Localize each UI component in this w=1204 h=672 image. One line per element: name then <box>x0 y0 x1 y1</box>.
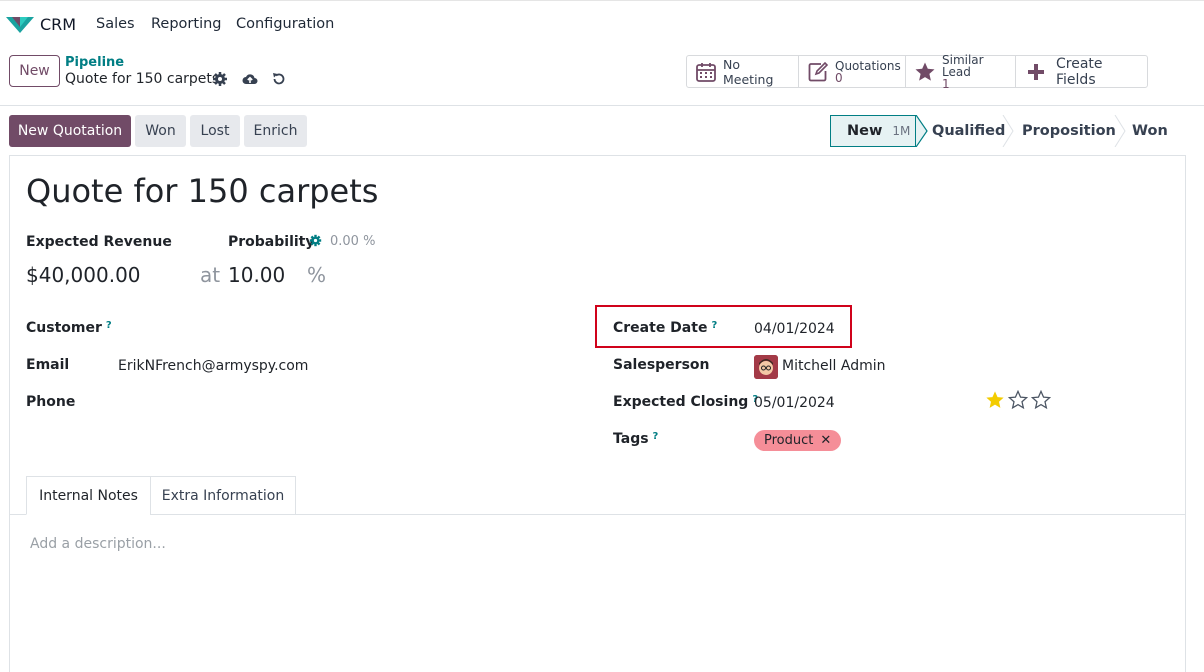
email-field[interactable]: ErikNFrench@armyspy.com <box>118 358 308 374</box>
gear-icon[interactable] <box>212 71 228 87</box>
discard-changes-icon[interactable] <box>271 71 287 87</box>
new-quotation-button[interactable]: New Quotation <box>9 115 131 147</box>
menu-configuration[interactable]: Configuration <box>236 16 334 32</box>
crm-app-icon[interactable] <box>6 15 34 33</box>
email-label: Email <box>26 357 70 373</box>
app-name[interactable]: CRM <box>40 15 76 34</box>
probability-label: Probability <box>228 234 315 250</box>
won-button[interactable]: Won <box>135 115 186 147</box>
smart-buttons: No Meeting Quotations 0 Similar Lead 1 C… <box>686 52 1148 91</box>
salesperson-label: Salesperson <box>613 357 710 373</box>
create-fields-label: Create Fields <box>1056 55 1103 88</box>
salesperson-field[interactable]: Mitchell Admin <box>782 358 886 374</box>
automated-probability: 0.00 % <box>330 234 376 249</box>
help-tooltip-icon[interactable]: ? <box>711 320 717 331</box>
meeting-label: No Meeting <box>723 56 774 87</box>
help-tooltip-icon[interactable]: ? <box>653 431 659 442</box>
similar-lead-count: 1 <box>942 76 950 91</box>
description-editor[interactable]: Add a description... <box>30 536 166 552</box>
quotations-label: Quotations <box>835 58 901 73</box>
percent-sign: % <box>307 263 327 287</box>
enrich-button[interactable]: Enrich <box>244 115 307 147</box>
probability-field[interactable]: 10.00 <box>228 263 285 287</box>
new-button[interactable]: New <box>9 55 60 87</box>
phone-label: Phone <box>26 394 76 410</box>
stage-qualified[interactable]: Qualified <box>928 115 1005 147</box>
expected-closing-label: Expected Closing? <box>613 394 759 410</box>
create-date-value: 04/01/2024 <box>754 321 835 337</box>
customer-label: Customer? <box>26 320 112 336</box>
expected-revenue-label: Expected Revenue <box>26 234 172 250</box>
gear-icon[interactable] <box>309 234 322 247</box>
create-date-label: Create Date? <box>613 320 718 336</box>
similar-lead-button[interactable]: Similar Lead 1 <box>906 52 1016 91</box>
meeting-button[interactable]: No Meeting <box>687 56 799 87</box>
tags-label: Tags? <box>613 431 659 447</box>
tag-badge[interactable]: Product ✕ <box>754 430 842 451</box>
lost-button[interactable]: Lost <box>190 115 240 147</box>
control-panel: New Pipeline Quote for 150 carpets No Me… <box>0 46 1204 106</box>
menu-sales[interactable]: Sales <box>96 16 135 32</box>
star-empty-icon[interactable] <box>1008 390 1028 410</box>
quotations-button[interactable]: Quotations 0 <box>799 56 906 87</box>
tab-internal-notes[interactable]: Internal Notes <box>26 476 151 515</box>
help-tooltip-icon[interactable]: ? <box>106 320 112 331</box>
at-label: at <box>200 263 221 287</box>
expected-revenue-field[interactable]: $40,000.00 <box>26 263 141 287</box>
quotations-count: 0 <box>835 70 843 85</box>
cloud-upload-icon[interactable] <box>242 71 258 87</box>
calendar-icon <box>696 62 716 82</box>
star-empty-icon[interactable] <box>1031 390 1051 410</box>
edit-document-icon <box>808 61 829 81</box>
priority-stars <box>985 390 1051 410</box>
plus-icon <box>1028 63 1044 80</box>
breadcrumb-pipeline[interactable]: Pipeline <box>65 55 124 70</box>
tab-extra-information[interactable]: Extra Information <box>150 476 296 515</box>
similar-lead-label: Similar Lead <box>942 52 984 79</box>
form-sheet <box>9 155 1186 672</box>
avatar <box>754 355 778 379</box>
stage-statusbar: New 1M Qualified Proposition Won <box>830 115 1172 147</box>
top-navbar: CRM Sales Reporting Configuration <box>0 0 1204 46</box>
stage-won[interactable]: Won <box>1126 115 1172 147</box>
star-icon <box>915 62 935 81</box>
breadcrumb-current: Quote for 150 carpets <box>65 71 220 87</box>
stage-proposition[interactable]: Proposition <box>1014 115 1116 147</box>
menu-reporting[interactable]: Reporting <box>151 16 222 32</box>
star-filled-icon[interactable] <box>985 390 1005 410</box>
stage-new-label: New <box>847 123 883 139</box>
stage-new[interactable]: New 1M <box>830 115 916 147</box>
stage-arrow-icon <box>916 115 928 147</box>
notebook-tabs: Internal Notes Extra Information <box>10 476 1186 515</box>
lead-title[interactable]: Quote for 150 carpets <box>26 172 378 210</box>
stage-new-duration: 1M <box>892 124 911 138</box>
close-icon[interactable]: ✕ <box>820 433 831 448</box>
create-fields-button[interactable]: Create Fields <box>1016 55 1147 88</box>
expected-closing-field[interactable]: 05/01/2024 <box>754 395 835 411</box>
tag-label: Product <box>764 433 814 448</box>
